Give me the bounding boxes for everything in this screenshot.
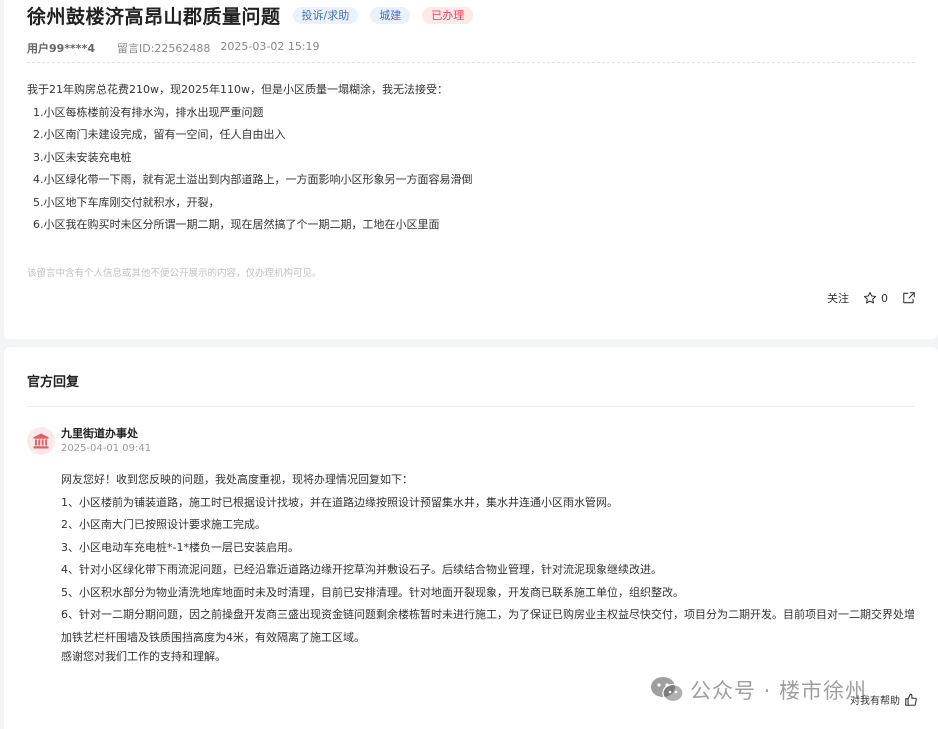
- privacy-notice: 该留言中含有个人信息或其他不便公开展示的内容，仅办理机构可见。: [27, 268, 322, 279]
- tag-department: 城建: [370, 7, 411, 24]
- complaint-card: 徐州鼓楼济高昂山郡质量问题 投诉/求助 城建 已办理 用户99****4 留言I…: [4, 0, 938, 339]
- complaint-item: 2.小区南门未建设完成，留有一空间，任人自由出入: [33, 128, 286, 141]
- status-badge: 已办理: [422, 7, 474, 24]
- thumb-up-icon: [905, 693, 917, 706]
- complaint-intro: 我于21年购房总花费210w，现2025年110w，但是小区质量一塌糊涂，我无法…: [27, 83, 448, 96]
- reply-body: 网友您好！收到您反映的问题，我处高度重视，现将办理情况回复如下： 1、小区楼前为…: [61, 472, 921, 672]
- user-name: 用户99****4: [27, 42, 95, 55]
- complaint-item: 6.小区我在购买时未区分所谓一期二期，现在居然搞了个一期二期，工地在小区里面: [33, 218, 440, 231]
- complaint-meta: 用户99****4 留言ID:22562488 2025-03-02 15:19: [27, 40, 320, 56]
- complaint-datetime: 2025-03-02 15:19: [220, 40, 320, 53]
- share-button[interactable]: [902, 291, 916, 305]
- tag-category: 投诉/求助: [292, 7, 359, 24]
- complaint-item: 4.小区绿化带一下雨，就有泥土溢出到内部道路上，一方面影响小区形象另一方面容易滑…: [33, 173, 473, 186]
- complaint-actions: 关注 0: [827, 290, 916, 306]
- watermark: 公众号 · 楼市徐州: [650, 675, 867, 705]
- page-title: 徐州鼓楼济高昂山郡质量问题: [27, 6, 281, 28]
- complaint-body: 我于21年购房总花费210w，现2025年110w，但是小区质量一塌糊涂，我无法…: [27, 82, 473, 240]
- share-icon: [903, 292, 915, 304]
- avatar: [27, 427, 55, 455]
- divider: [27, 62, 915, 63]
- reply-datetime: 2025-04-01 09:41: [61, 443, 152, 454]
- reply-card: 官方回复 九里街道办事处 2025-04-01 09:41 网友您好！收到您反映…: [4, 347, 938, 729]
- complaint-item: 5.小区地下车库刚交付就积水，开裂，: [33, 195, 220, 209]
- reply-item: 2、小区南大门已按照设计要求施工完成。: [61, 518, 266, 531]
- divider: [27, 406, 915, 407]
- reply-item: 6、针对一二期分期问题，因之前操盘开发商三盛出现资金链问题剩余楼栋暂时未进行施工…: [61, 608, 915, 644]
- reply-closing: 感谢您对我们工作的支持和理解。: [61, 650, 226, 663]
- complaint-item: 3.小区未安装充电桩: [33, 150, 132, 164]
- complaint-item: 1.小区每栋楼前没有排水沟，排水出现严重问题: [33, 105, 264, 119]
- reply-section-title: 官方回复: [27, 375, 80, 390]
- watermark-text: 公众号 · 楼市徐州: [690, 679, 868, 703]
- title-row: 徐州鼓楼济高昂山郡质量问题 投诉/求助 城建 已办理: [27, 2, 474, 29]
- like-count: 0: [881, 291, 888, 305]
- reply-item: 3、小区电动车充电桩*-1*楼负一层已安装启用。: [61, 540, 299, 554]
- thumb-up-outline-icon: [863, 291, 877, 304]
- reply-item: 1、小区楼前为铺装道路，施工时已根据设计找坡，并在道路边缘按照设计预留集水井，集…: [61, 495, 618, 509]
- reply-item: 4、针对小区绿化带下雨流泥问题，已经沿靠近道路边缘开挖草沟并敷设石子。后续结合物…: [61, 563, 662, 576]
- message-id: 留言ID:22562488: [116, 42, 211, 55]
- follow-button[interactable]: 关注: [827, 290, 849, 306]
- org-name: 九里街道办事处: [61, 427, 138, 440]
- government-building-icon: [33, 433, 49, 449]
- reply-greeting: 网友您好！收到您反映的问题，我处高度重视，现将办理情况回复如下：: [61, 473, 413, 486]
- wechat-icon: [651, 677, 684, 703]
- like-button[interactable]: 0: [863, 291, 888, 305]
